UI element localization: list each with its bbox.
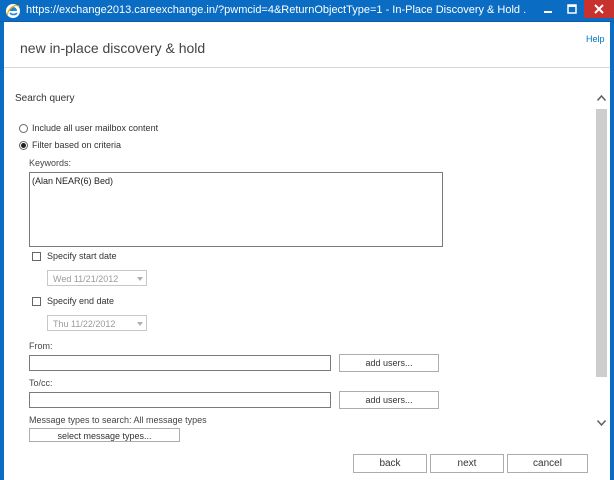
minimize-icon — [544, 11, 552, 13]
chevron-down-icon — [137, 277, 143, 281]
window-frame-right — [610, 22, 614, 480]
back-button[interactable]: back — [353, 454, 427, 473]
window-title: https://exchange2013.careexchange.in/?pw… — [26, 4, 526, 16]
tocc-label: To/cc: — [29, 378, 53, 388]
maximize-button[interactable] — [560, 0, 584, 18]
radio-button[interactable] — [19, 123, 28, 133]
maximize-icon — [567, 4, 577, 14]
radio-button-selected[interactable] — [19, 140, 28, 150]
chevron-down-icon — [137, 322, 143, 326]
from-add-users-button[interactable]: add users... — [339, 354, 439, 372]
scroll-up-arrow-icon[interactable] — [597, 95, 606, 101]
radio-label: Filter based on criteria — [32, 140, 122, 150]
checkbox-label: Specify start date — [47, 251, 117, 261]
end-date-select[interactable]: Thu 11/22/2012 — [47, 315, 147, 331]
keywords-value: (Alan NEAR(6) Bed) — [32, 176, 114, 186]
section-title-search-query: Search query — [15, 93, 75, 104]
minimize-button[interactable] — [536, 0, 560, 18]
checkbox-label: Specify end date — [47, 296, 115, 306]
start-date-value: Wed 11/21/2012 — [53, 274, 119, 284]
radio-label: Include all user mailbox content — [32, 123, 159, 133]
keywords-textarea[interactable]: (Alan NEAR(6) Bed) — [29, 172, 443, 247]
ie-icon — [5, 3, 21, 19]
tocc-add-users-button[interactable]: add users... — [339, 391, 439, 409]
checkbox[interactable] — [32, 296, 41, 306]
next-button[interactable]: next — [430, 454, 504, 473]
close-button[interactable] — [584, 0, 614, 18]
specify-start-date-checkbox[interactable]: Specify start date — [32, 251, 117, 261]
window-frame-left — [0, 22, 4, 480]
keywords-label: Keywords: — [29, 158, 72, 168]
help-link[interactable]: Help — [586, 34, 605, 44]
radio-filter-criteria[interactable]: Filter based on criteria — [19, 140, 121, 150]
vertical-scrollbar[interactable] — [594, 92, 609, 436]
message-types-label: Message types to search: All message typ… — [29, 415, 207, 425]
from-label: From: — [29, 341, 53, 351]
tocc-input[interactable] — [29, 392, 331, 408]
checkbox[interactable] — [32, 251, 41, 261]
scroll-down-arrow-icon[interactable] — [597, 420, 606, 426]
header-divider — [4, 67, 610, 68]
scrollbar-thumb[interactable] — [596, 109, 607, 377]
select-message-types-button[interactable]: select message types... — [29, 428, 180, 442]
dialog-title: new in-place discovery & hold — [20, 40, 206, 56]
radio-include-all[interactable]: Include all user mailbox content — [19, 123, 158, 133]
close-icon — [594, 4, 604, 14]
from-input[interactable] — [29, 355, 331, 371]
cancel-button[interactable]: cancel — [507, 454, 588, 473]
start-date-select[interactable]: Wed 11/21/2012 — [47, 270, 147, 286]
end-date-value: Thu 11/22/2012 — [53, 319, 116, 329]
specify-end-date-checkbox[interactable]: Specify end date — [32, 296, 114, 306]
window-titlebar[interactable]: https://exchange2013.careexchange.in/?pw… — [0, 0, 614, 22]
